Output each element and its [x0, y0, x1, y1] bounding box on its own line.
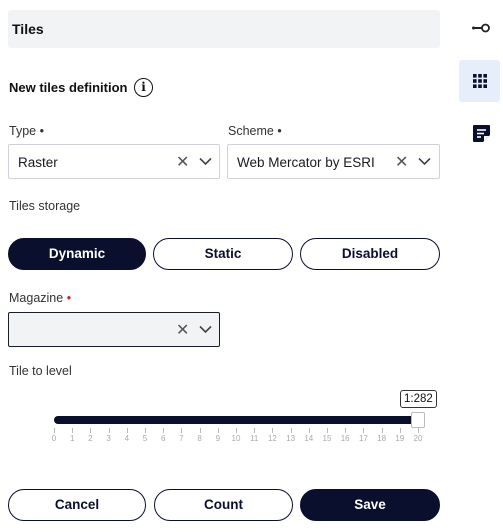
slider-tick — [108, 428, 110, 433]
type-label: Type • — [9, 124, 44, 138]
count-button[interactable]: Count — [154, 489, 293, 521]
info-icon[interactable]: i — [134, 78, 153, 97]
grid-button[interactable] — [459, 60, 500, 102]
slider-tick — [90, 428, 92, 433]
slider-tick — [163, 428, 165, 433]
clear-icon[interactable]: ✕ — [176, 320, 189, 340]
slider-tick-label: 9 — [215, 434, 221, 443]
slider-tick — [72, 428, 74, 433]
slider-tooltip: 1:282 — [400, 390, 437, 408]
grid-icon — [473, 74, 487, 88]
storage-disabled-button[interactable]: Disabled — [300, 238, 440, 270]
slider-tick-label: 6 — [160, 434, 166, 443]
slider-tick — [126, 428, 128, 433]
connection-button[interactable] — [459, 8, 500, 50]
slider-tick-label: 8 — [197, 434, 202, 443]
slider-tick-label: 18 — [377, 434, 387, 443]
slider-tick-label: 14 — [304, 434, 314, 443]
save-button[interactable]: Save — [300, 489, 440, 521]
slider-tick — [399, 428, 401, 433]
slider-tick-label: 0 — [51, 434, 57, 443]
slider-tick — [363, 428, 365, 433]
scheme-value: Web Mercator by ESRI — [237, 155, 375, 170]
chevron-down-icon[interactable] — [199, 325, 212, 334]
slider-tick-label: 17 — [358, 434, 368, 443]
clear-icon[interactable]: ✕ — [176, 152, 189, 172]
slider-tick-label: 10 — [231, 434, 241, 443]
tile-level-label: Tile to level — [9, 364, 72, 378]
slider-tick — [327, 428, 328, 433]
slider-tick — [418, 428, 419, 433]
cancel-button[interactable]: Cancel — [8, 489, 146, 521]
storage-label: Tiles storage — [9, 199, 81, 213]
tiles-panel: Tiles New tiles definition i Type • Rast… — [0, 0, 455, 532]
chevron-down-icon[interactable] — [418, 157, 431, 166]
slider-tick-label: 16 — [340, 434, 350, 443]
slider-tick — [236, 428, 237, 433]
right-toolbar — [455, 0, 503, 532]
notes-edit-icon — [473, 125, 490, 142]
section-title: New tiles definition — [9, 80, 128, 95]
required-mark: • — [39, 124, 44, 138]
slider-tick — [199, 428, 201, 433]
slider-tick — [254, 428, 256, 433]
slider-tick — [145, 428, 146, 433]
slider-tick-label: 7 — [179, 434, 184, 443]
slider-thumb[interactable] — [411, 412, 425, 428]
slider-tick — [217, 428, 219, 433]
chevron-down-icon[interactable] — [199, 157, 212, 166]
storage-static-button[interactable]: Static — [153, 238, 293, 270]
slider-tick-label: 11 — [250, 434, 259, 443]
slider-tick — [381, 428, 383, 433]
slider-tick-label: 1 — [69, 434, 75, 443]
required-mark: • — [277, 124, 282, 138]
slider-tick-label: 13 — [286, 434, 296, 443]
slider-tick-label: 12 — [267, 434, 277, 443]
slider-tick — [345, 428, 347, 433]
notes-button[interactable] — [459, 112, 500, 154]
type-select[interactable]: Raster ✕ — [8, 144, 220, 179]
scheme-label: Scheme • — [228, 124, 282, 138]
required-mark: • — [66, 291, 72, 305]
scheme-label-text: Scheme — [228, 124, 274, 138]
slider-track[interactable] — [54, 416, 420, 424]
slider-tick-label: 5 — [142, 434, 148, 443]
slider-tick — [54, 428, 55, 433]
connection-icon — [472, 23, 490, 33]
slider-tick-label: 3 — [106, 434, 111, 443]
magazine-label: Magazine • — [9, 291, 71, 305]
slider-tick-label: 4 — [124, 434, 130, 443]
slider-tick — [181, 428, 183, 433]
slider-tick-label: 20 — [413, 434, 423, 443]
slider-tick-label: 2 — [88, 434, 93, 443]
panel-title: Tiles — [8, 10, 440, 48]
magazine-select[interactable]: ✕ — [8, 312, 220, 347]
type-value: Raster — [18, 155, 58, 170]
slider-tick — [308, 428, 310, 433]
type-label-text: Type — [9, 124, 37, 138]
slider-tick — [290, 428, 292, 433]
storage-dynamic-button[interactable]: Dynamic — [8, 238, 146, 270]
slider-tick-label: 19 — [395, 434, 405, 443]
clear-icon[interactable]: ✕ — [395, 152, 408, 172]
scheme-select[interactable]: Web Mercator by ESRI ✕ — [227, 144, 440, 179]
slider-tick-label: 15 — [322, 434, 332, 443]
magazine-label-text: Magazine — [9, 291, 64, 305]
slider-tick — [272, 428, 274, 433]
